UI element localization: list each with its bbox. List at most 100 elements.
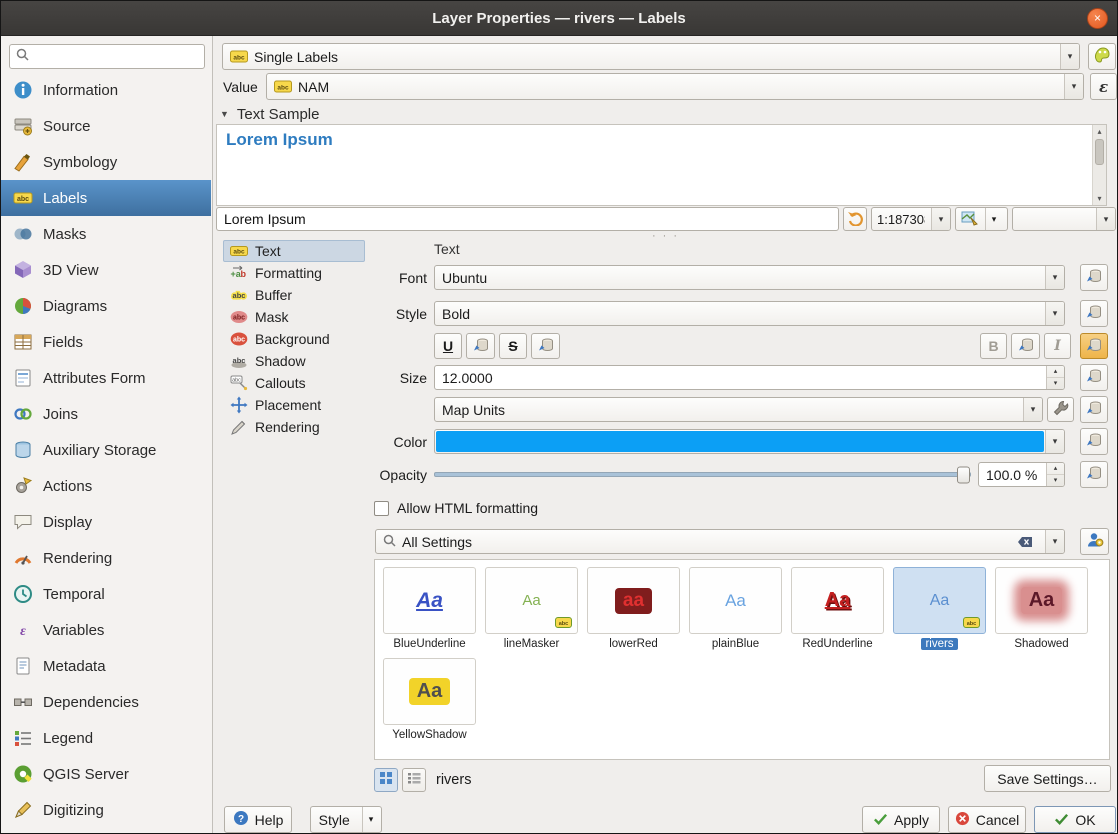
underline-button[interactable]: U — [434, 333, 462, 359]
sample-text-input[interactable] — [216, 207, 839, 231]
sidebar-item-dependencies[interactable]: Dependencies — [1, 684, 211, 720]
sidebar-item-source[interactable]: Source — [1, 108, 211, 144]
tab-background[interactable]: abcBackground — [223, 328, 365, 350]
scroll-thumb[interactable] — [1095, 139, 1104, 165]
underline-override-button[interactable] — [466, 333, 495, 359]
tab-label: Placement — [255, 397, 321, 413]
sample-reset-button[interactable] — [843, 207, 867, 231]
opacity-override-button[interactable] — [1080, 461, 1108, 488]
size-override-button[interactable] — [1080, 364, 1108, 391]
auto-placement-settings-button[interactable] — [1088, 43, 1116, 70]
sidebar-item-attributes-form[interactable]: Attributes Form — [1, 360, 211, 396]
sidebar-item-variables[interactable]: εVariables — [1, 612, 211, 648]
sidebar: InformationSourceSymbologyabcLabelsMasks… — [1, 36, 213, 833]
ok-icon — [1054, 811, 1069, 829]
sample-scrollbar[interactable]: ▴ ▾ — [1092, 125, 1106, 205]
spin-arrows[interactable]: ▴▾ — [1046, 366, 1064, 389]
bold-button[interactable]: B — [980, 333, 1007, 359]
preset-lowerred[interactable]: aalowerRed — [586, 567, 681, 651]
font-dropdown[interactable]: Ubuntu ▾ — [434, 265, 1065, 290]
style-dropdown[interactable]: Bold ▾ — [434, 301, 1065, 326]
sidebar-item-diagrams[interactable]: Diagrams — [1, 288, 211, 324]
sidebar-item-3d-view[interactable]: 3D View — [1, 252, 211, 288]
sidebar-item-masks[interactable]: Masks — [1, 216, 211, 252]
style-override-button[interactable] — [1080, 300, 1108, 327]
strikeout-button[interactable]: S — [499, 333, 527, 359]
color-picker-button[interactable]: ▾ — [434, 429, 1065, 454]
scroll-down-icon[interactable]: ▾ — [1097, 194, 1101, 203]
unit-settings-button[interactable] — [1047, 397, 1074, 422]
sidebar-item-fields[interactable]: Fields — [1, 324, 211, 360]
font-override-button[interactable] — [1080, 264, 1108, 291]
style-manager-button[interactable] — [1080, 528, 1109, 555]
preset-plainblue[interactable]: AaplainBlue — [688, 567, 783, 651]
clear-icon[interactable] — [1017, 534, 1033, 550]
close-button[interactable]: × — [1087, 8, 1108, 29]
preset-redunderline[interactable]: AaRedUnderline — [790, 567, 885, 651]
text-sample-section-header[interactable]: ▼ Text Sample — [220, 104, 319, 124]
titlebar[interactable]: Layer Properties — rivers — Labels × — [1, 1, 1117, 36]
data-defined-override-active-button[interactable] — [1080, 333, 1108, 359]
slider-handle[interactable] — [957, 466, 970, 483]
icon-view-button[interactable] — [374, 768, 398, 792]
value-field-dropdown[interactable]: abc NAM ▾ — [266, 73, 1084, 100]
sidebar-item-labels[interactable]: abcLabels — [1, 180, 211, 216]
style-value: Bold — [442, 306, 470, 322]
spin-up-icon[interactable]: ▴ — [1047, 366, 1064, 377]
preset-linemasker[interactable]: AaabclineMasker — [484, 567, 579, 651]
sidebar-search-input[interactable] — [34, 49, 210, 64]
joins-icon — [12, 403, 34, 425]
spin-arrows[interactable]: ▴▾ — [1046, 463, 1064, 486]
save-settings-button[interactable]: Save Settings… — [984, 765, 1111, 792]
sidebar-item-qgis-server[interactable]: QGIS Server — [1, 756, 211, 792]
sidebar-item-rendering[interactable]: Rendering — [1, 540, 211, 576]
italic-button[interactable]: I — [1044, 333, 1071, 359]
sidebar-search[interactable] — [9, 44, 205, 69]
sidebar-item-auxiliary-storage[interactable]: Auxiliary Storage — [1, 432, 211, 468]
color-override-button[interactable] — [1080, 428, 1108, 455]
splitter-handle[interactable]: · · · — [214, 233, 1117, 239]
spin-down-icon[interactable]: ▾ — [1047, 377, 1064, 389]
size-unit-dropdown[interactable]: Map Units ▾ — [434, 397, 1043, 422]
spin-up-icon[interactable]: ▴ — [1047, 463, 1064, 474]
preset-sample-text: Aa — [409, 678, 451, 705]
scroll-up-icon[interactable]: ▴ — [1097, 127, 1101, 136]
sidebar-item-joins[interactable]: Joins — [1, 396, 211, 432]
sidebar-item-display[interactable]: Display — [1, 504, 211, 540]
preview-background-dropdown[interactable]: ▾ — [1012, 207, 1116, 231]
sidebar-item-digitizing[interactable]: Digitizing — [1, 792, 211, 828]
sidebar-item-information[interactable]: Information — [1, 72, 211, 108]
sidebar-item-legend[interactable]: Legend — [1, 720, 211, 756]
strikeout-override-button[interactable] — [531, 333, 560, 359]
sidebar-item-actions[interactable]: Actions — [1, 468, 211, 504]
map-settings-button[interactable]: ▾ — [955, 207, 1008, 231]
size-spinbox[interactable]: 12.0000 ▴▾ — [434, 365, 1065, 390]
preset-thumbnail: Aa — [791, 567, 884, 634]
style-menu-button[interactable]: Style ▾ — [310, 806, 382, 833]
sidebar-item-temporal[interactable]: Temporal — [1, 576, 211, 612]
preset-rivers[interactable]: Aaabcrivers — [892, 567, 987, 651]
cancel-button[interactable]: Cancel — [948, 806, 1026, 833]
sidebar-item-symbology[interactable]: Symbology — [1, 144, 211, 180]
help-button[interactable]: ? Help — [224, 806, 292, 833]
unit-override-button[interactable] — [1080, 396, 1108, 423]
bold-override-button[interactable] — [1011, 333, 1040, 359]
apply-button[interactable]: Apply — [862, 806, 940, 833]
preset-shadowed[interactable]: AaShadowed — [994, 567, 1089, 651]
preset-yellowshadow[interactable]: AaYellowShadow — [382, 658, 477, 742]
preset-blueunderline[interactable]: AaBlueUnderline — [382, 567, 477, 651]
opacity-spinbox[interactable]: 100.0 % ▴▾ — [978, 462, 1065, 487]
allow-html-row[interactable]: Allow HTML formatting — [374, 498, 538, 518]
ok-button[interactable]: OK — [1034, 806, 1116, 833]
tab-text[interactable]: abcText — [223, 240, 365, 262]
allow-html-checkbox[interactable] — [374, 501, 389, 516]
tab-placement[interactable]: Placement — [223, 394, 365, 416]
sample-scale-dropdown[interactable]: 1:1873089 ▾ — [871, 207, 951, 231]
label-mode-dropdown[interactable]: abc Single Labels ▾ — [222, 43, 1080, 70]
expression-builder-button[interactable]: ε — [1090, 73, 1117, 100]
list-view-button[interactable] — [402, 768, 426, 792]
opacity-slider[interactable] — [434, 462, 971, 487]
sidebar-item-metadata[interactable]: Metadata — [1, 648, 211, 684]
settings-search-dropdown[interactable]: All Settings ▾ — [375, 529, 1065, 554]
spin-down-icon[interactable]: ▾ — [1047, 474, 1064, 486]
